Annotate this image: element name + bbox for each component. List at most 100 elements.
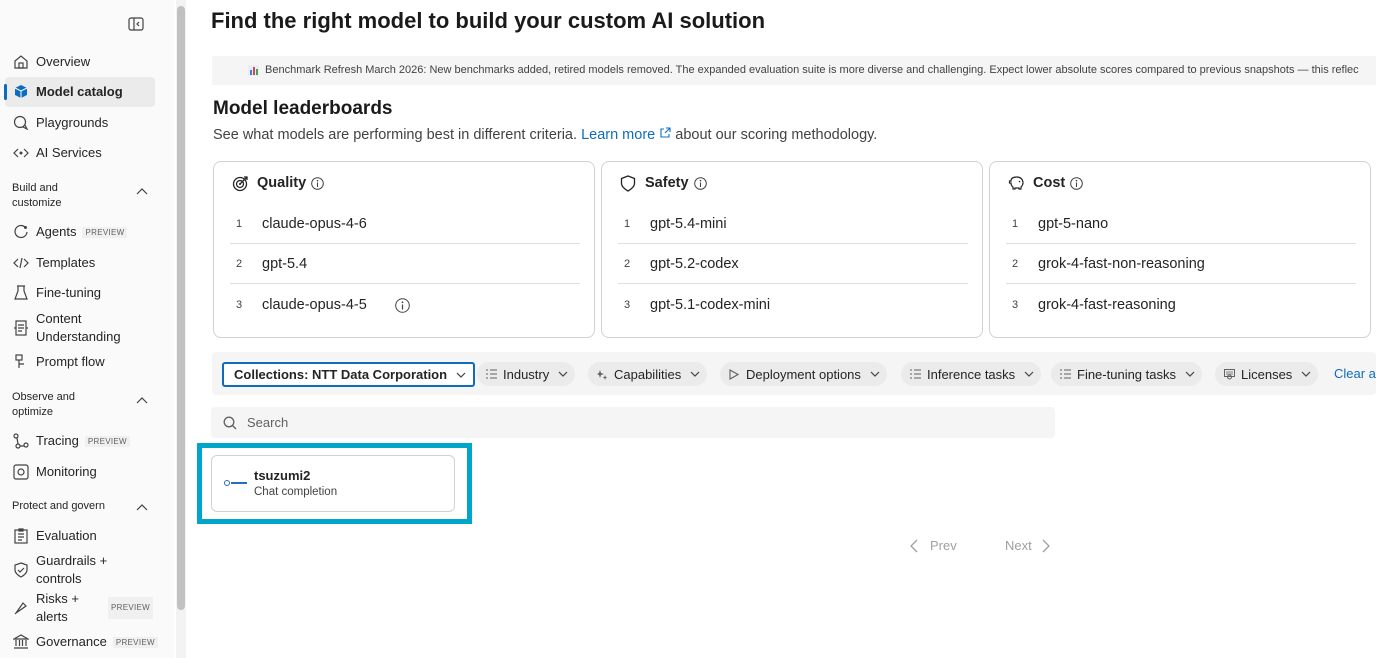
leaderboard-row[interactable]: 2 gpt-5.2-codex [618,244,968,284]
collections-filter[interactable]: Collections: NTT Data Corporation [222,362,476,387]
preview-badge: PREVIEW [82,226,128,238]
leaderboard-card-quality[interactable]: Quality 1 claude-opus-4-6 2 gpt-5.4 3 claud… [213,161,595,338]
sidebar-item-guardrails[interactable]: Guardrails + controls [5,550,155,590]
leaderboards-title: Model leaderboards [213,98,393,119]
sidebar-item-evaluation[interactable]: Evaluation [5,521,155,551]
next-button[interactable]: Next [1005,538,1051,553]
inference-tasks-filter[interactable]: Inference tasks [901,362,1042,386]
sidebar-item-label: Prompt flow [36,354,105,370]
sidebar-item-label: Evaluation [36,528,97,544]
leaderboard-row[interactable]: 3 grok-4-fast-reasoning [1006,285,1356,325]
learn-more-link[interactable]: Learn more [581,127,671,143]
search-input[interactable] [247,415,1007,430]
sidebar-item-label: Risks + alerts [36,591,79,624]
sidebar-item-templates[interactable]: Templates [5,248,155,278]
sidebar-item-label: Content Understanding [36,311,121,344]
sidebar-item-overview[interactable]: Overview [5,47,155,77]
chevron-up-icon [136,185,148,200]
model-name: tsuzumi2 [254,468,311,483]
banner-text: Benchmark Refresh March 2026: New benchm… [265,64,1359,76]
leaderboard-row[interactable]: 1 gpt-5.4-mini [618,204,968,244]
sidebar-item-label: Templates [36,255,96,271]
leaderboards-subtitle: See what models are performing best in d… [213,127,878,143]
sidebar-item-tracing[interactable]: Tracing PREVIEW [5,426,155,456]
sidebar-scrollbar[interactable] [176,0,186,658]
cube-icon [12,83,30,101]
licenses-filter[interactable]: Licenses [1215,362,1319,386]
chevron-up-icon [136,501,148,516]
info-icon[interactable] [693,176,707,190]
shield-check-icon [12,561,30,579]
preview-badge: PREVIEW [112,636,158,648]
sidebar-item-prompt-flow[interactable]: Prompt flow [5,347,155,377]
benchmark-banner: Benchmark Refresh March 2026: New benchm… [212,56,1376,85]
leaderboard-row[interactable]: 1 claude-opus-4-6 [230,204,580,244]
clear-all-link[interactable]: Clear a [1334,366,1376,381]
card-title: Cost [1033,175,1066,191]
shield-icon [619,174,637,192]
card-title: Safety [645,175,689,191]
sidebar: Overview Model catalog Playgrounds AI Se… [0,0,174,658]
scrollbar-thumb[interactable] [177,6,185,610]
model-card-tsuzumi2[interactable]: tsuzumi2 Chat completion [211,455,455,512]
sidebar-item-governance[interactable]: Governance PREVIEW [5,627,158,657]
sidebar-item-risks-alerts[interactable]: Risks + alerts PREVIEW [5,588,155,628]
sparkle-icon [596,368,608,380]
leaderboard-card-cost[interactable]: Cost 1 gpt-5-nano 2 grok-4-fast-non-reason… [989,161,1371,338]
info-icon[interactable] [394,297,410,313]
beaker-icon [12,284,30,302]
search-bar [211,407,1055,438]
flow-icon [12,353,30,371]
chevron-up-icon [136,394,148,409]
search-icon [223,416,237,429]
agent-icon [12,223,30,241]
sidebar-item-label: Playgrounds [36,115,109,131]
capabilities-filter[interactable]: Capabilities [588,362,708,386]
sidebar-item-model-catalog[interactable]: Model catalog [4,77,155,107]
leaderboard-row[interactable]: 2 grok-4-fast-non-reasoning [1006,244,1356,284]
ntt-data-logo [224,480,247,486]
chat-icon [12,114,30,132]
tracing-icon [12,432,30,450]
piggy-bank-icon [1007,174,1025,192]
fine-tuning-tasks-filter[interactable]: Fine-tuning tasks [1051,362,1202,386]
leaderboard-row[interactable]: 1 gpt-5-nano [1006,204,1356,244]
info-icon[interactable] [1070,176,1084,190]
section-protect-and-govern[interactable]: Protect and govern [12,499,162,514]
monitor-icon [12,463,30,481]
leaderboard-row[interactable]: 3 gpt-5.1-codex-mini [618,285,968,325]
section-observe-and-optimize[interactable]: Observe and optimize [12,390,162,420]
leaderboard-row[interactable]: 3 claude-opus-4-5 [230,285,580,325]
deployment-options-filter[interactable]: Deployment options [720,362,887,386]
list-icon [1059,368,1071,380]
sidebar-item-fine-tuning[interactable]: Fine-tuning [5,278,155,308]
leaderboard-card-safety[interactable]: Safety 1 gpt-5.4-mini 2 gpt-5.2-codex 3 gpt… [601,161,983,338]
info-icon[interactable] [311,176,324,190]
prev-button[interactable]: Prev [909,538,957,553]
certificate-icon [1223,368,1235,380]
collapse-sidebar-icon[interactable] [128,16,144,32]
page-title: Find the right model to build your custo… [211,8,766,33]
sidebar-item-label: Fine-tuning [36,285,102,301]
play-icon [728,368,740,380]
home-icon [12,53,30,71]
leaderboard-row[interactable]: 2 gpt-5.4 [230,244,580,284]
chevron-down-icon [1301,371,1311,377]
sidebar-item-label: Guardrails + controls [36,553,108,586]
chart-icon [248,65,259,76]
section-build-and-customize[interactable]: Build and customize [12,181,162,211]
chevron-down-icon [690,371,700,377]
sidebar-item-label: Governance [36,634,107,650]
chevron-left-icon [910,539,918,552]
list-icon [909,368,921,380]
filter-bar: Collections: NTT Data Corporation Indust… [212,352,1376,395]
sidebar-item-agents[interactable]: Agents PREVIEW [5,217,155,247]
code-brackets-icon [12,254,30,272]
sidebar-item-ai-services[interactable]: AI Services [5,138,155,168]
industry-filter[interactable]: Industry [477,362,576,386]
chevron-down-icon [456,372,466,378]
chevron-down-icon [558,371,568,377]
sidebar-item-playgrounds[interactable]: Playgrounds [5,108,155,138]
sidebar-item-monitoring[interactable]: Monitoring [5,457,155,487]
sidebar-item-content-understanding[interactable]: Content Understanding [5,308,155,348]
